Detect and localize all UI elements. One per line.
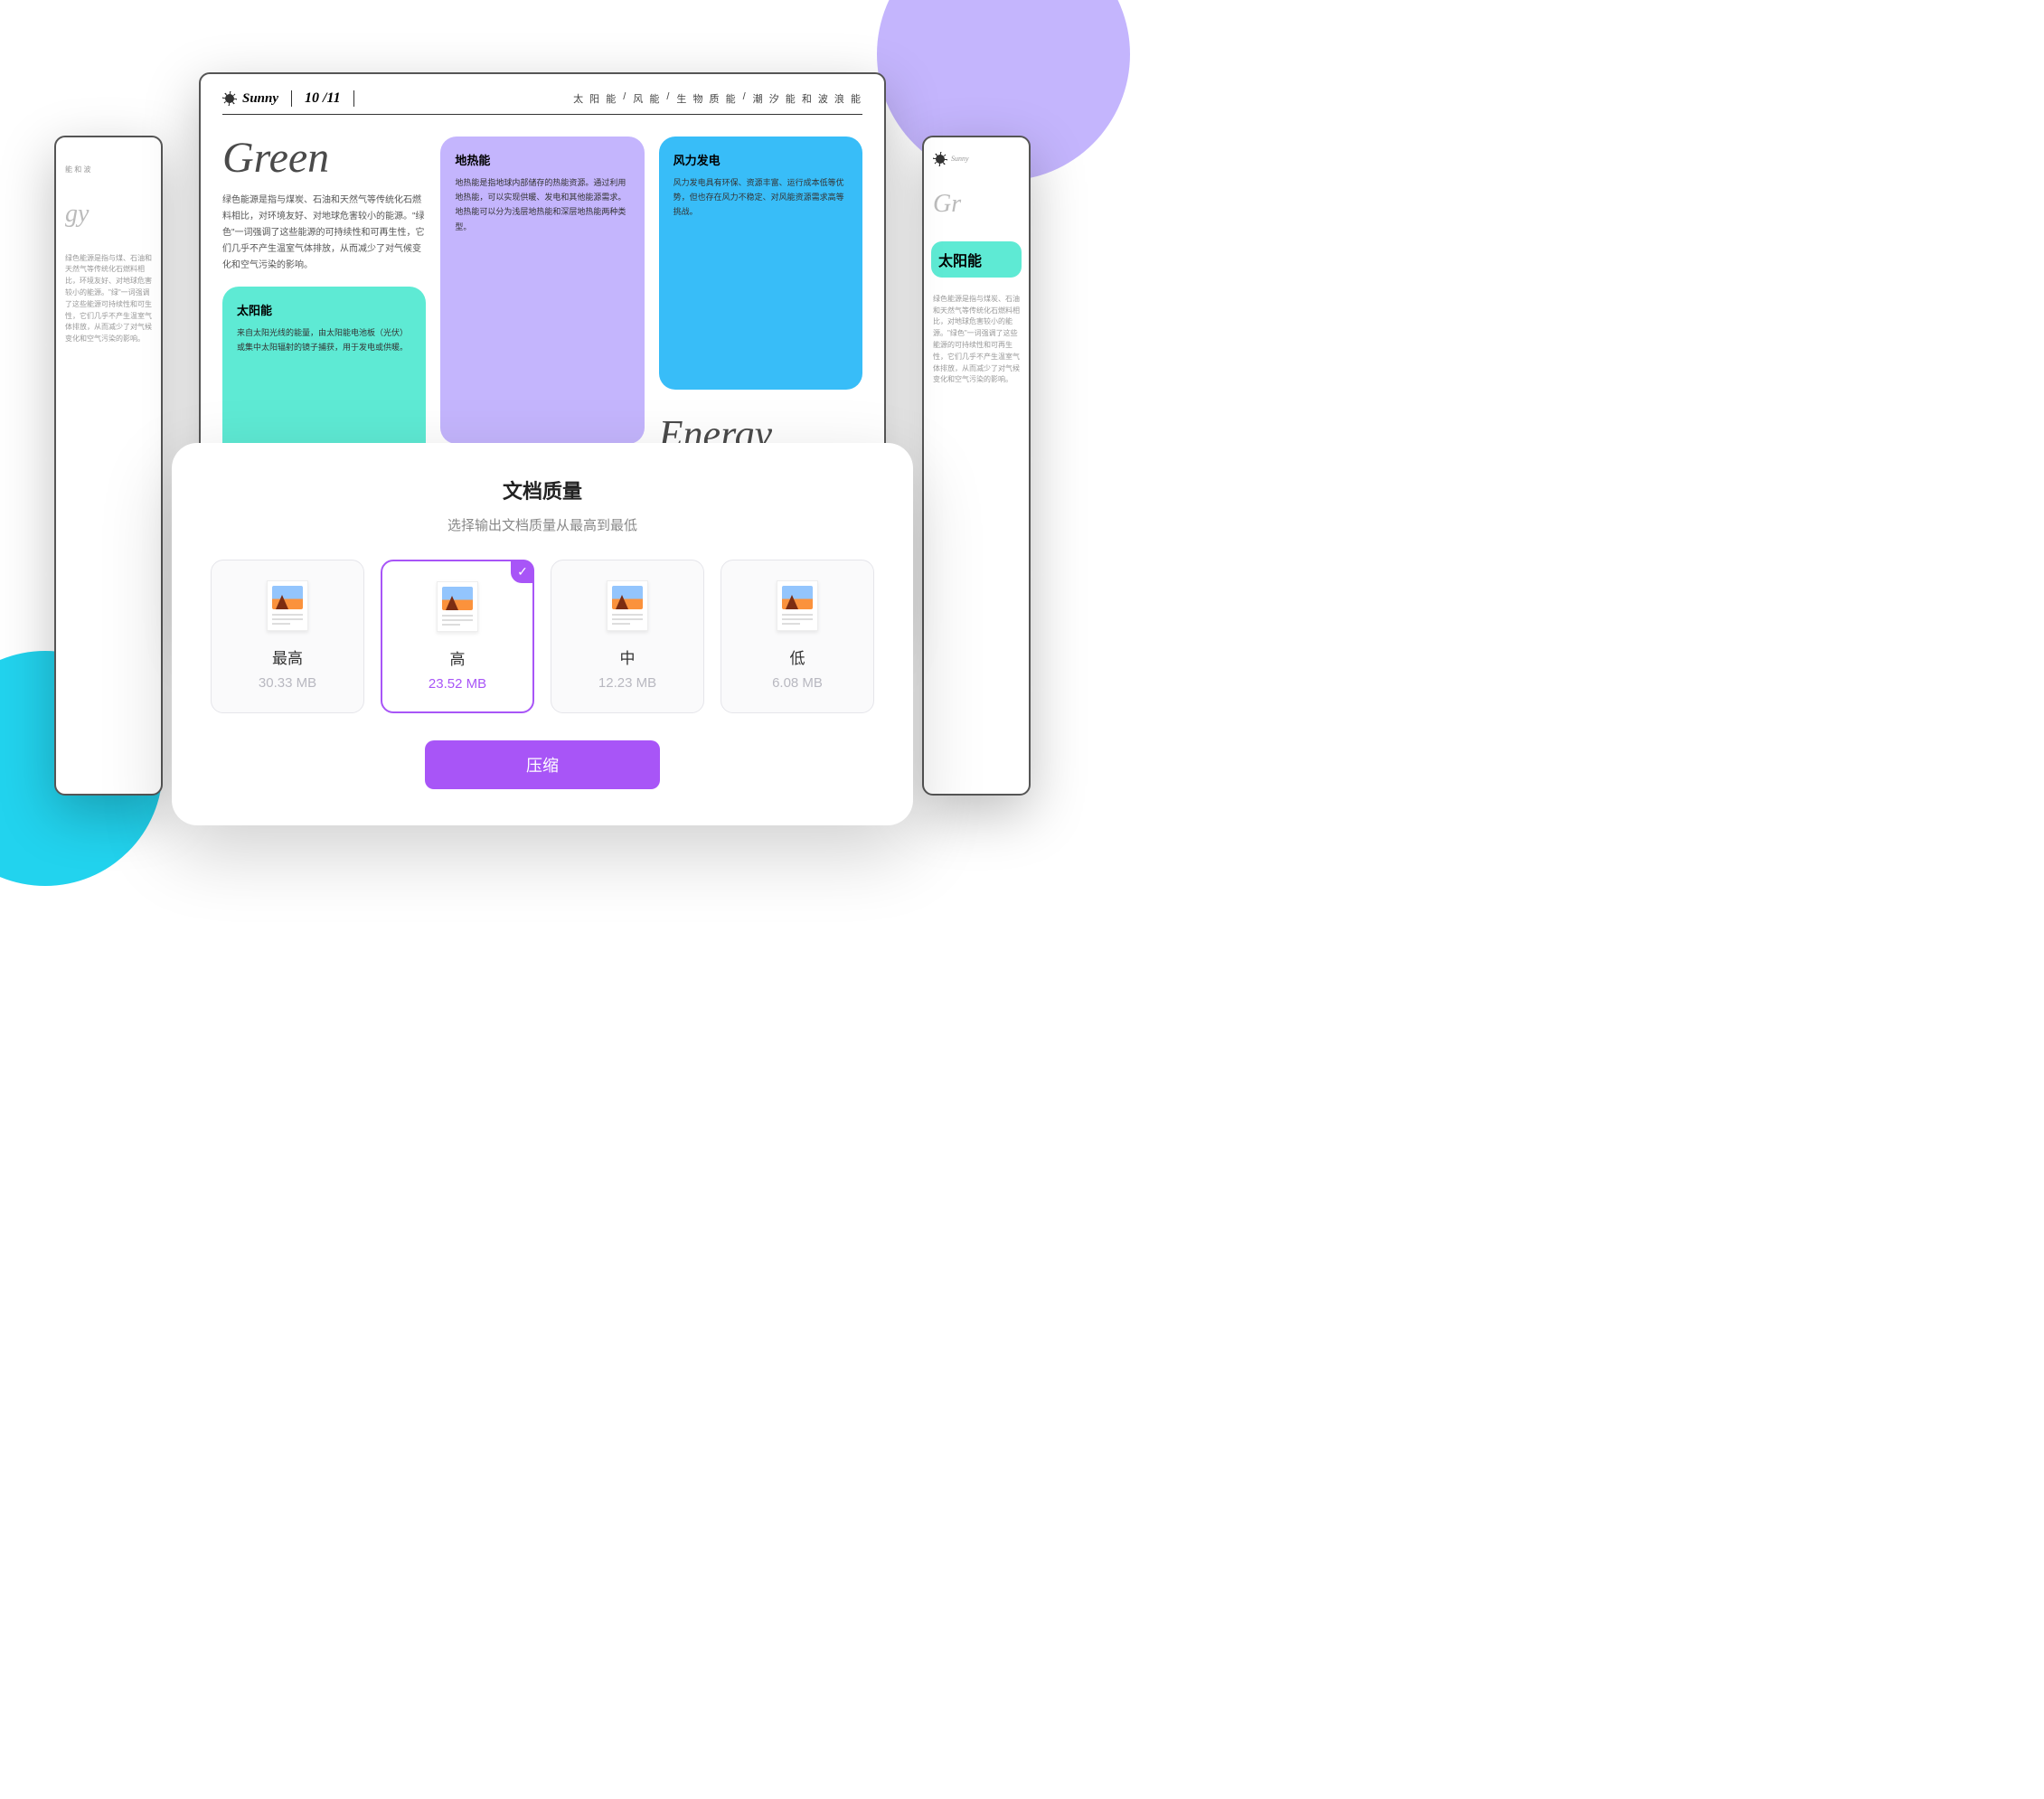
document-date: 10 /11 [291,90,354,107]
solar-body: 来自太阳光线的能量，由太阳能电池板（光伏）或集中太阳辐射的镜子捕获，用于发电或供… [237,325,411,354]
thumbnail-icon [267,580,308,631]
wind-card: 风力发电 风力发电具有环保、资源丰富、运行成本低等优势，但也存在风力不稳定、对风… [659,137,862,390]
geothermal-card: 地热能 地热能是指地球内部储存的热能资源。通过利用地热能，可以实现供暖、发电和其… [440,137,644,444]
document-header: Sunny 10 /11 太 阳 能 / 风 能 / 生 物 质 能 / 潮 汐… [222,90,862,115]
quality-option-medium[interactable]: ✓ 中 12.23 MB [551,560,704,713]
nav-fragment: 能 和 波 [56,155,161,185]
sun-icon [933,152,947,166]
option-label: 最高 [221,645,354,668]
document-title: Green [222,137,426,180]
check-icon: ✓ [511,560,534,583]
geothermal-title: 地热能 [455,151,629,168]
title-fragment: gy [56,185,161,244]
sun-icon [222,91,237,106]
quality-option-high[interactable]: ✓ 高 23.52 MB [381,560,534,713]
option-label: 高 [391,646,523,669]
option-size: 30.33 MB [221,675,354,691]
compress-button[interactable]: 压缩 [425,740,660,789]
solar-title: 太阳能 [237,301,411,318]
body-fragment: 绿色能源是指与煤、石油和天然气等传统化石燃料相比，环境友好、对地球危害较小的能源… [56,244,161,354]
option-size: 6.08 MB [730,675,864,691]
option-size: 12.23 MB [560,675,694,691]
quality-option-highest[interactable]: ✓ 最高 30.33 MB [211,560,364,713]
quality-modal: 文档质量 选择输出文档质量从最高到最低 ✓ 最高 30.33 MB ✓ 高 23… [172,443,913,825]
modal-title: 文档质量 [208,476,877,504]
modal-subtitle: 选择输出文档质量从最高到最低 [208,515,877,534]
thumbnail-icon [777,580,818,631]
quality-options: ✓ 最高 30.33 MB ✓ 高 23.52 MB ✓ 中 12.23 MB … [208,560,877,713]
document-nav: 太 阳 能 / 风 能 / 生 物 质 能 / 潮 汐 能 和 波 浪 能 [367,91,862,106]
option-label: 中 [560,645,694,668]
brand-fragment: Sunny [951,154,969,165]
quality-option-low[interactable]: ✓ 低 6.08 MB [721,560,874,713]
title-fragment: Gr [924,175,1029,234]
geothermal-body: 地热能是指地球内部储存的热能资源。通过利用地热能，可以实现供暖、发电和其他能源需… [455,175,629,234]
wind-body: 风力发电具有环保、资源丰富、运行成本低等优势，但也存在风力不稳定、对风能资源需求… [673,175,848,220]
brand: Sunny [222,91,278,107]
thumbnail-icon [437,581,478,632]
background-document-right: Sunny Gr 太阳能 绿色能源是指与煤炭、石油和天然气等传统化石燃料相比，对… [922,136,1031,796]
intro-paragraph: 绿色能源是指与煤炭、石油和天然气等传统化石燃料相比，对环境友好、对地球危害较小的… [222,193,426,274]
thumbnail-icon [607,580,648,631]
background-document-left: 能 和 波 gy 绿色能源是指与煤、石油和天然气等传统化石燃料相比，环境友好、对… [54,136,163,796]
option-size: 23.52 MB [391,676,523,692]
body-fragment: 绿色能源是指与煤炭、石油和天然气等传统化石燃料相比，对地球危害较小的能源。"绿色… [924,285,1029,395]
option-label: 低 [730,645,864,668]
card-fragment: 太阳能 [931,241,1022,278]
solar-card: 太阳能 来自太阳光线的能量，由太阳能电池板（光伏）或集中太阳辐射的镜子捕获，用于… [222,287,426,467]
wind-title: 风力发电 [673,151,848,168]
brand-text: Sunny [242,91,278,107]
